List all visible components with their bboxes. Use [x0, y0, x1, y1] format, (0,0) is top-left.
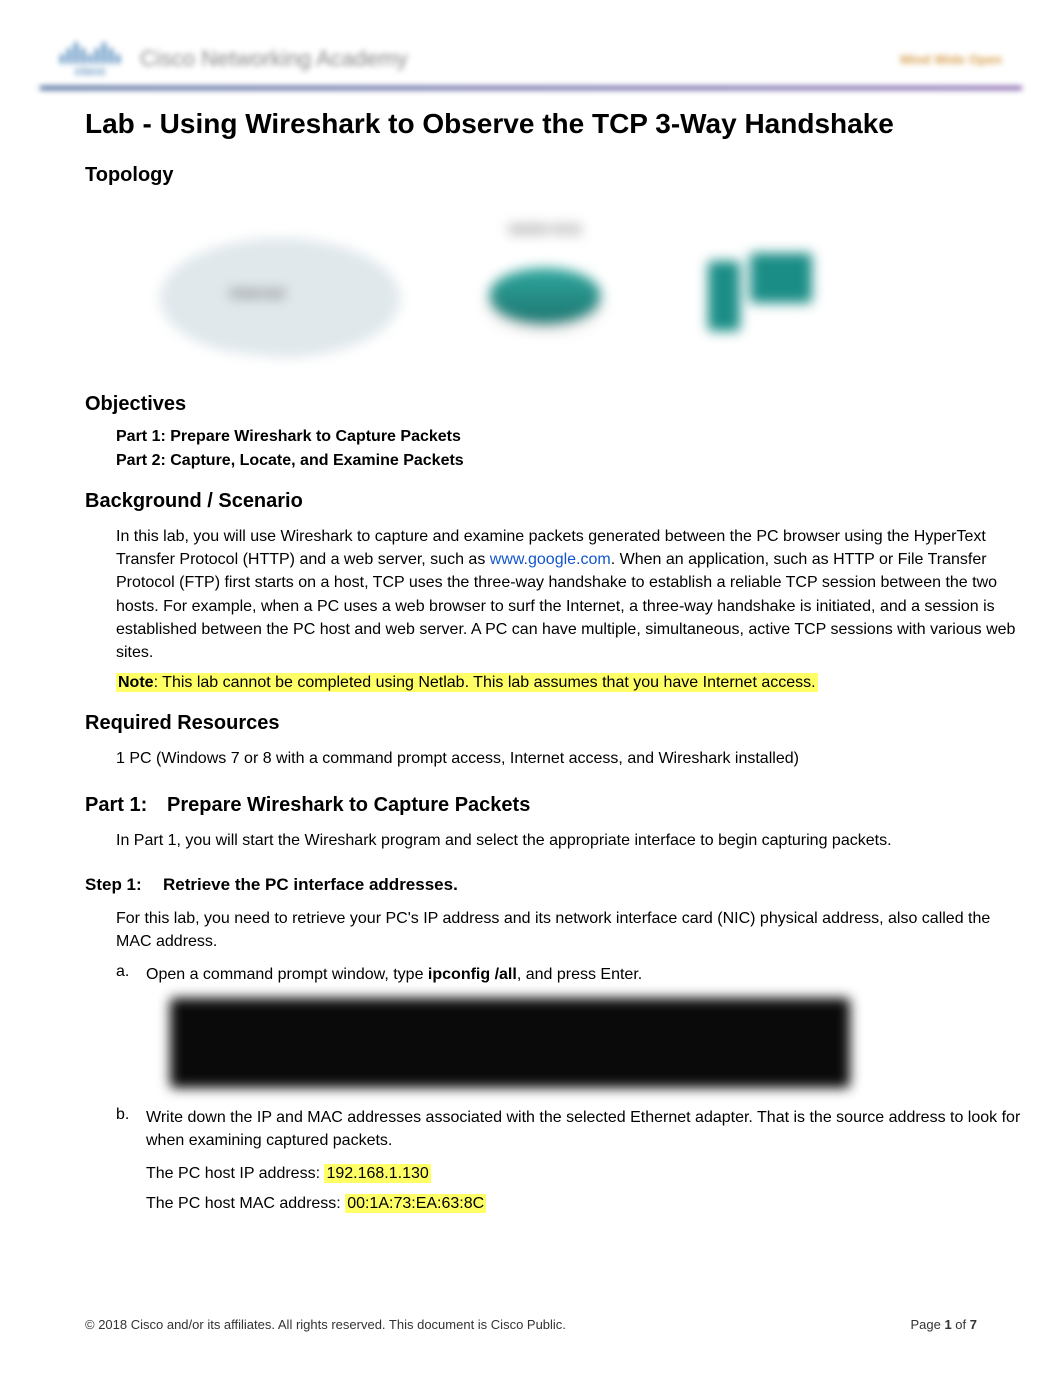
objectives-heading: Objectives: [85, 393, 1022, 416]
router-label: S0/0/0 DCE: [500, 221, 590, 237]
step1-desc: For this lab, you need to retrieve your …: [116, 907, 1022, 953]
step1-b-content: Write down the IP and MAC addresses asso…: [146, 1106, 1022, 1221]
topology-diagram: Internet S0/0/0 DCE: [160, 203, 840, 373]
page-footer: © 2018 Cisco and/or its affiliates. All …: [85, 1317, 977, 1332]
step1-num: Step 1:: [85, 875, 163, 895]
a-post: , and press Enter.: [517, 966, 642, 983]
part1-heading: Part 1:Prepare Wireshark to Capture Pack…: [85, 794, 1022, 817]
objective-item: Part 2: Capture, Locate, and Examine Pac…: [116, 452, 1022, 470]
page-indicator: Page 1 of 7: [910, 1317, 977, 1332]
ip-value: 192.168.1.130: [324, 1164, 430, 1183]
step1-item-b: b. Write down the IP and MAC addresses a…: [116, 1106, 1022, 1221]
header-banner: cisco Cisco Networking Academy Mind Wide…: [40, 30, 1022, 90]
step1-title: Retrieve the PC interface addresses.: [163, 875, 458, 894]
page-label: Page: [910, 1317, 944, 1332]
part1-desc: In Part 1, you will start the Wireshark …: [116, 829, 1022, 852]
note-block: Note: This lab cannot be completed using…: [116, 674, 1022, 692]
part1-title: Prepare Wireshark to Capture Packets: [167, 794, 530, 816]
step1-heading: Step 1:Retrieve the PC interface address…: [85, 875, 1022, 895]
a-cmd: ipconfig /all: [428, 966, 517, 983]
google-link[interactable]: www.google.com: [490, 551, 611, 568]
background-paragraph: In this lab, you will use Wireshark to c…: [116, 525, 1022, 664]
step1-a-content: Open a command prompt window, type ipcon…: [146, 963, 1022, 986]
topology-heading: Topology: [85, 164, 1022, 187]
ip-line: The PC host IP address: 192.168.1.130: [146, 1162, 1022, 1185]
logo-text: cisco: [75, 64, 106, 78]
academy-text: Cisco Networking Academy: [140, 46, 408, 72]
b-text: Write down the IP and MAC addresses asso…: [146, 1109, 1020, 1149]
mac-value: 00:1A:73:EA:63:8C: [345, 1194, 486, 1213]
page-current: 1: [944, 1317, 951, 1332]
step1-item-a: a. Open a command prompt window, type ip…: [116, 963, 1022, 986]
list-marker-b: b.: [116, 1106, 146, 1221]
ip-label: The PC host IP address:: [146, 1165, 324, 1182]
background-heading: Background / Scenario: [85, 490, 1022, 513]
mac-label: The PC host MAC address:: [146, 1195, 345, 1212]
a-pre: Open a command prompt window, type: [146, 966, 428, 983]
cloud-label: Internet: [230, 285, 285, 302]
list-marker-a: a.: [116, 963, 146, 986]
cmd-screenshot: [170, 998, 850, 1088]
mac-line: The PC host MAC address: 00:1A:73:EA:63:…: [146, 1192, 1022, 1215]
note-label: Note: [118, 674, 154, 691]
resources-heading: Required Resources: [85, 712, 1022, 735]
page-title: Lab - Using Wireshark to Observe the TCP…: [85, 108, 1022, 140]
objective-item: Part 1: Prepare Wireshark to Capture Pac…: [116, 428, 1022, 446]
cisco-logo: cisco: [60, 40, 120, 78]
note-text: : This lab cannot be completed using Net…: [154, 674, 816, 691]
tagline: Mind Wide Open: [900, 52, 1002, 67]
logo-area: cisco Cisco Networking Academy: [60, 40, 408, 78]
page-total: 7: [970, 1317, 977, 1332]
copyright-text: © 2018 Cisco and/or its affiliates. All …: [85, 1317, 566, 1332]
page-of: of: [952, 1317, 970, 1332]
part1-num: Part 1:: [85, 794, 167, 817]
resource-item: 1 PC (Windows 7 or 8 with a command prom…: [116, 747, 1022, 770]
